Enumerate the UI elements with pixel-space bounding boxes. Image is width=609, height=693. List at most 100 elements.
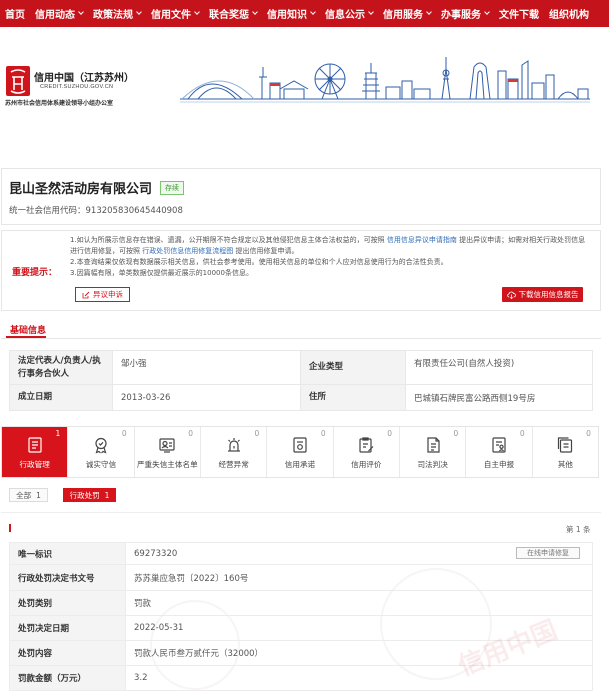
chevron-down-icon [368, 9, 374, 15]
decision-date-value: 2022-05-31 [125, 615, 593, 641]
notice-text: 1.如认为所展示信息存在错误、遗漏，公开期限不符合规定以及其他侵犯信息主体合法权… [70, 235, 592, 279]
established-date-value: 2013-03-26 [112, 384, 301, 411]
document-list-icon [28, 437, 42, 453]
tab-label: 自主申报 [483, 460, 515, 469]
tab-label: 严重失信主体名单 [136, 460, 198, 469]
online-repair-button[interactable]: 在线申请修复 [516, 547, 580, 559]
repair-flowchart-link[interactable]: 行政处罚信息信用修复流程图 [142, 247, 233, 255]
edit-icon [82, 291, 90, 298]
warning-beacon-icon [227, 438, 240, 452]
chevron-down-icon [484, 9, 490, 15]
evaluation-clipboard-icon [359, 437, 374, 453]
unique-id-label: 唯一标识 [9, 542, 126, 565]
notice-line-1: 1.如认为所展示信息存在错误、遗漏，公开期限不符合规定以及其他侵犯信息主体合法权… [70, 235, 592, 257]
notice-line-3: 3.因篇幅有限，单类数据仅提供最近展示的10000条信息。 [70, 269, 253, 277]
tab-judicial-judgment[interactable]: 0 司法判决 [400, 427, 467, 477]
filter-administrative-penalty[interactable]: 行政处罚 1 [63, 488, 116, 502]
nav-item-home[interactable]: 首页 [5, 6, 25, 21]
tab-other[interactable]: 0 其他 [533, 427, 598, 477]
download-report-button[interactable]: 下载信用信息报告 [502, 287, 583, 302]
decision-number-value: 苏苏巢应急罚〔2022〕160号 [125, 564, 593, 591]
honesty-badge-icon [95, 437, 107, 454]
nav-item-file-download[interactable]: 文件下载 [499, 6, 539, 21]
credit-china-seal-logo [6, 66, 30, 96]
section-divider [1, 338, 601, 339]
declaration-document-icon [492, 437, 506, 453]
nav-item-label: 政策法规 [93, 10, 133, 21]
tab-count: 0 [586, 429, 591, 438]
nav-item-credit-services[interactable]: 信用服务 [383, 6, 432, 21]
filter-label: 行政处罚 [69, 490, 100, 500]
section-title-underline [6, 336, 46, 338]
nav-item-joint-rewards-penalties[interactable]: 联合奖惩 [209, 6, 258, 21]
chevron-down-icon [426, 9, 432, 15]
nav-item-credit-documents[interactable]: 信用文件 [151, 6, 200, 21]
legal-representative-value: 邹小强 [112, 350, 301, 385]
nav-item-affairs-services[interactable]: 办事服务 [441, 6, 490, 21]
download-icon [506, 291, 516, 299]
nav-item-label: 信用服务 [383, 10, 423, 21]
notice-text-segment: 提出信用修复申请。 [235, 247, 299, 255]
judgment-document-icon [427, 437, 440, 453]
established-date-label: 成立日期 [9, 384, 113, 411]
tab-self-declaration[interactable]: 0 自主申报 [466, 427, 533, 477]
tab-label: 信用承诺 [284, 460, 316, 469]
tab-label: 行政管理 [19, 460, 50, 469]
suzhou-skyline-illustration [180, 57, 590, 103]
table-row: 成立日期 2013-03-26 住所 巴城镇石牌民富公路西侧19号房 [9, 384, 593, 411]
tab-credit-evaluation[interactable]: 0 信用评价 [334, 427, 400, 477]
table-row: 法定代表人/负责人/执行事务合伙人 邹小强 企业类型 有限责任公司(自然人投资) [9, 350, 593, 385]
nav-item-label: 信用知识 [267, 10, 307, 21]
credit-code: 统一社会信用代码：913205830645440908 [9, 204, 183, 216]
enterprise-type-value: 有限责任公司(自然人投资) [405, 350, 593, 385]
tab-honesty[interactable]: 0 诚实守信 [68, 427, 135, 477]
nav-item-organization[interactable]: 组织机构 [549, 6, 589, 21]
category-tabs: 1 行政管理 0 诚实守信 0 严重失信主体名单 0 经营异常 0 信用承诺 0… [1, 426, 599, 478]
download-report-label: 下载信用信息报告 [518, 290, 579, 299]
table-row: 处罚决定日期 2022-05-31 [9, 615, 593, 641]
tab-count: 0 [387, 429, 392, 438]
table-row: 行政处罚决定书文号 苏苏巢应急罚〔2022〕160号 [9, 564, 593, 591]
notice-line-2: 2.本查询结果仅依现有数据展示相关信息，供社会参考使用。使用相关信息的单位和个人… [70, 258, 448, 266]
top-nav: 首页 信用动态 政策法规 信用文件 联合奖惩 信用知识 信息公示 信用服务 办事… [0, 0, 609, 27]
tab-administrative-management[interactable]: 1 行政管理 [2, 427, 69, 477]
chevron-down-icon [194, 9, 200, 15]
record-marker [9, 524, 11, 532]
tab-count: 0 [254, 429, 260, 438]
filter-all[interactable]: 全部 1 [9, 488, 48, 502]
unique-id-cell: 69273320 在线申请修复 [125, 542, 593, 565]
tab-business-anomaly[interactable]: 0 经营异常 [201, 427, 268, 477]
fine-amount-label: 罚款金额（万元） [9, 665, 126, 691]
tab-label: 信用评价 [351, 460, 382, 469]
penalty-category-value: 罚款 [125, 590, 593, 616]
tab-credit-commitment[interactable]: 0 信用承诺 [267, 427, 334, 477]
credit-code-value: 913205830645440908 [85, 206, 183, 216]
objection-button[interactable]: 异议申诉 [75, 287, 130, 302]
filter-divider [1, 512, 601, 513]
commitment-document-icon [293, 437, 307, 453]
table-row: 处罚类别 罚款 [9, 590, 593, 616]
nav-item-policies[interactable]: 政策法规 [93, 6, 142, 21]
nav-item-label: 信用动态 [35, 10, 75, 21]
objection-guide-link[interactable]: 信用信息异议申请指南 [387, 236, 457, 244]
tab-count: 0 [121, 429, 127, 438]
chevron-down-icon [136, 9, 142, 15]
organization-name: 苏州市社会信用体系建设领导小组办公室 [5, 100, 114, 107]
objection-button-label: 异议申诉 [93, 290, 123, 299]
nav-item-label: 首页 [5, 10, 25, 21]
site-logo[interactable] [5, 64, 31, 102]
table-row: 唯一标识 69273320 在线申请修复 [9, 542, 593, 565]
nav-item-info-disclosure[interactable]: 信息公示 [325, 6, 374, 21]
filter-count: 1 [36, 490, 41, 500]
tab-count: 0 [188, 429, 193, 438]
penalty-content-value: 罚款人民币叁万贰仟元（32000） [125, 640, 593, 666]
credit-code-label: 统一社会信用代码： [9, 206, 86, 216]
fine-amount-value: 3.2 [125, 665, 593, 691]
address-value: 巴城镇石牌民富公路西侧19号房 [405, 384, 593, 411]
nav-item-credit-news[interactable]: 信用动态 [35, 6, 84, 21]
tab-serious-dishonesty-list[interactable]: 0 严重失信主体名单 [135, 427, 201, 477]
tab-count: 0 [519, 429, 525, 438]
status-badge: 存续 [160, 181, 184, 195]
tab-count: 0 [320, 429, 326, 438]
nav-item-credit-knowledge[interactable]: 信用知识 [267, 6, 316, 21]
